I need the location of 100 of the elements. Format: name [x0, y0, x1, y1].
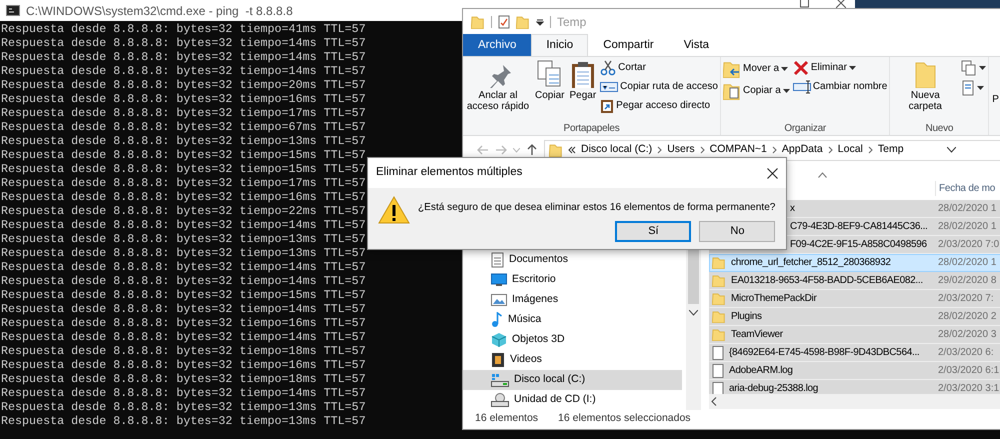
up-arrow-icon[interactable] [526, 144, 538, 156]
group-label: Nuevo [924, 122, 954, 135]
console-icon [6, 5, 20, 16]
nav-item[interactable]: Objetos 3D [463, 330, 682, 350]
console-line: Respuesta desde 8.8.8.8: bytes=32 tiempo=14ms TTL=57 [0, 330, 366, 344]
clipboard-icon [570, 60, 596, 88]
maximize-icon [800, 0, 809, 8]
chevron-left-icon[interactable] [711, 397, 717, 406]
console-line: Respuesta desde 8.8.8.8: bytes=32 tiempo=14ms TTL=57 [0, 274, 366, 288]
file-row[interactable]: MicroThemePackDir 2/03/2020 7: [709, 290, 1000, 308]
file-row[interactable]: TeamViewer 28/02/2020 3 [709, 326, 1000, 344]
chevron-right-icon [700, 146, 705, 154]
folder-icon [471, 14, 485, 28]
console-line: Respuesta desde 8.8.8.8: bytes=32 tiempo=16ms TTL=57 [0, 316, 366, 330]
sort-caret-icon[interactable] [818, 172, 826, 178]
file-date: 28/02/2020 3 [937, 328, 996, 342]
ribbon-button[interactable]: Cortar [599, 59, 719, 77]
folder-icon [712, 292, 726, 306]
ribbon-tab[interactable]: Vista [668, 34, 724, 56]
file-row[interactable]: Plugins 28/02/2020 2 [709, 308, 1000, 326]
ribbon-button[interactable]: Pegar [567, 59, 598, 102]
double-chevron-icon[interactable] [568, 146, 576, 154]
file-name: TeamViewer [731, 328, 783, 342]
ribbon-button[interactable]: Copiar ruta de acceso [599, 79, 719, 95]
window-title: Temp [557, 14, 586, 30]
console-line: Respuesta desde 8.8.8.8: bytes=32 tiempo=14ms TTL=57 [0, 302, 366, 316]
file-row[interactable]: chrome_url_fetcher_8512_280368932 28/02/2020 1 [709, 254, 1000, 272]
document-icon [712, 364, 724, 378]
file-date: 2/03/2020 6:1 [937, 364, 1000, 378]
console-line: Respuesta desde 8.8.8.8: bytes=32 tiempo=13ms TTL=57 [0, 414, 366, 428]
file-row[interactable]: {84692E64-E745-4598-B98F-9D43DBC564... 2/03/2020 6: [709, 344, 1000, 362]
file-row[interactable]: AdobeARM.log 2/03/2020 6:1 [709, 362, 1000, 380]
file-name: x [790, 202, 795, 216]
file-name: {84692E64-E745-4598-B98F-9D43DBC564... [729, 346, 920, 360]
ribbon-tab[interactable]: Compartir [588, 34, 669, 56]
nav-item[interactable]: Disco local (C:) [463, 370, 682, 390]
close-icon[interactable] [767, 168, 778, 178]
folder-icon [712, 256, 726, 270]
ribbon-button[interactable]: Copiar [533, 59, 566, 102]
ribbon-button[interactable]: Nueva carpeta [891, 59, 960, 113]
breadcrumb-link[interactable]: AppData [782, 142, 823, 158]
dialog-button[interactable]: No [699, 221, 776, 242]
ribbon-button[interactable]: Copiar a [722, 81, 791, 101]
dialog-title: Eliminar elementos múltiples [376, 165, 522, 180]
console-line: Respuesta desde 8.8.8.8: bytes=32 tiempo=16ms TTL=57 [0, 358, 366, 372]
ribbon-button[interactable]: Eliminar [792, 59, 888, 77]
console-line: Respuesta desde 8.8.8.8: bytes=32 tiempo=15ms TTL=57 [0, 288, 366, 302]
console-line: Respuesta desde 8.8.8.8: bytes=32 tiempo=13ms TTL=57 [0, 232, 366, 246]
breadcrumb-link[interactable]: Disco local (C:) [581, 142, 652, 158]
ribbon-button[interactable]: P [990, 59, 1000, 106]
breadcrumb-link[interactable]: Temp [878, 142, 904, 158]
chevron-down-icon[interactable] [689, 310, 698, 316]
console-line: Respuesta desde 8.8.8.8: bytes=32 tiempo=18ms TTL=57 [0, 344, 366, 358]
file-row[interactable]: EA013218-9653-4F58-BADD-5CEB6AE082... 29/02/2020 8 [709, 272, 1000, 290]
console-line: Respuesta desde 8.8.8.8: bytes=32 tiempo=17ms TTL=57 [0, 176, 366, 190]
nav-item[interactable]: Escritorio [463, 270, 682, 290]
breadcrumb-link[interactable]: Local [838, 142, 863, 158]
music-note-icon [491, 312, 503, 328]
file-date: 28/02/2020 1 [937, 220, 996, 234]
dialog-message: ¿Está seguro de que desea eliminar estos 16 elementos de forma permanente? [418, 201, 776, 215]
nav-item[interactable]: Videos [463, 350, 682, 370]
chevron-right-icon [657, 146, 662, 154]
file-name: AdobeARM.log [729, 364, 793, 378]
chevron-right-icon [772, 146, 777, 154]
file-date: 2/03/2020 3:1 [937, 382, 1000, 394]
ribbon-button[interactable] [960, 59, 988, 77]
file-name: chrome_url_fetcher_8512_280368932 [731, 256, 891, 270]
scrollbar[interactable] [709, 394, 1000, 409]
chevron-down-icon[interactable] [946, 147, 956, 153]
nav-item[interactable]: Música [463, 310, 682, 330]
console-line: Respuesta desde 8.8.8.8: bytes=32 tiempo=16ms TTL=57 [0, 190, 366, 204]
dialog-button[interactable]: Sí [615, 221, 692, 242]
console-line: Respuesta desde 8.8.8.8: bytes=32 tiempo=18ms TTL=57 [0, 372, 366, 386]
ribbon-button[interactable]: Mover a [722, 59, 791, 79]
status-text: 16 elementos [475, 411, 538, 426]
file-name: F09-4C2E-9F15-A858C0498596 [790, 238, 927, 252]
cube-icon [491, 332, 507, 348]
folder-icon [712, 310, 726, 324]
ribbon-button[interactable]: Anclar al acceso rápido [464, 59, 532, 113]
ribbon-button[interactable]: Pegar acceso directo [599, 97, 719, 115]
nav-item[interactable]: Unidad de CD (I:) [463, 390, 682, 410]
nav-item[interactable]: Documentos [463, 250, 682, 270]
console-line: Respuesta desde 8.8.8.8: bytes=32 tiempo=14ms TTL=57 [0, 64, 366, 78]
disc-drive-icon [491, 393, 509, 407]
nav-item[interactable]: Imágenes [463, 290, 682, 310]
delete-icon [792, 60, 809, 76]
dropdown-icon[interactable] [536, 18, 544, 26]
file-date: 28/02/2020 2 [937, 310, 996, 324]
checklist-icon[interactable] [498, 14, 510, 28]
warning-icon [378, 196, 410, 224]
console-line: Respuesta desde 8.8.8.8: bytes=32 tiempo=15ms TTL=57 [0, 148, 366, 162]
ribbon-tab[interactable]: Inicio [531, 34, 588, 56]
file-row[interactable]: aria-debug-25388.log 2/03/2020 3:1 [709, 380, 1000, 394]
breadcrumb-link[interactable]: Users [667, 142, 695, 158]
ribbon-button[interactable]: Cambiar nombre [792, 79, 888, 95]
scissors-icon [600, 60, 616, 76]
file-menu-button[interactable]: Archivo [463, 34, 532, 56]
column-header[interactable]: Fecha de mo [935, 180, 996, 196]
breadcrumb-link[interactable]: COMPAN~1 [710, 142, 767, 158]
group-label: Organizar [783, 122, 827, 135]
